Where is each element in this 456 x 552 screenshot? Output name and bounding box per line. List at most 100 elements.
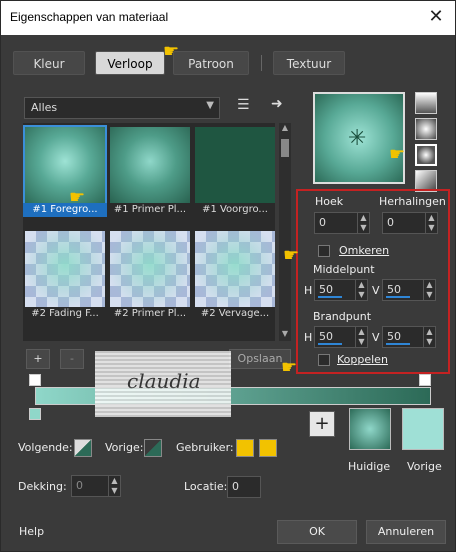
angle-input[interactable]: 0 ▲ ▼ [314,212,370,234]
focal-v-bar [386,343,410,345]
prev-label: Vorige: [105,441,144,454]
current-label: Huidige [348,460,391,473]
invert-label: Omkeren [339,244,390,257]
focal-h-value: 50 [319,330,333,343]
gradient-preview[interactable]: ✳ [313,92,405,184]
focal-h-input[interactable]: 50 ▲ ▼ [314,326,368,348]
link-label: Koppelen [337,353,388,366]
window-title: Eigenschappen van materiaal [10,10,169,24]
prev-gradient-swatch[interactable] [144,439,162,457]
title-bar: Eigenschappen van materiaal ✕ [1,1,455,35]
thumb-label: #2 Fading F... [31,308,99,319]
tab-divider [261,55,262,71]
pointing-hand-icon: ☛ [281,357,298,378]
thumb-label: #1 Foregro... [23,203,107,217]
center-h-value: 50 [319,283,333,296]
center-v-input[interactable]: 50 ▲ ▼ [382,279,436,301]
opacity-stop-right[interactable] [419,374,431,386]
color-stop-left[interactable] [29,408,41,420]
thumb-label: #2 Primer Pl... [113,308,187,319]
center-v-bar [386,296,410,298]
library-scrollbar[interactable]: ▲ ▼ [279,123,291,341]
location-value: 0 [232,480,239,493]
center-label: Middelpunt [313,263,375,276]
opacity-value: 0 [76,479,83,492]
close-icon[interactable]: ✕ [423,4,449,30]
ok-button[interactable]: OK [277,520,357,544]
center-v-value: 50 [387,283,401,296]
gradient-thumb[interactable]: #1 Voorgro... [195,127,275,217]
spinner-icon[interactable]: ▲ ▼ [108,476,120,496]
center-h-bar [318,296,342,298]
gradient-swatch [23,125,107,205]
user-label: Gebruiker: [176,441,234,454]
gradient-thumb[interactable]: #1 Primer Pl... [110,127,190,217]
center-h-label: H [304,284,313,297]
gradient-thumb[interactable]: #1 Foregro... [23,125,107,217]
remove-gradient-button[interactable]: - [60,349,84,369]
gradient-swatch [25,231,105,307]
gradient-thumb[interactable]: #2 Fading F... [25,231,105,321]
sunburst-style-button[interactable] [415,144,437,166]
center-point-icon: ✳ [348,126,367,151]
gradient-thumb[interactable]: #2 Primer Pl... [110,231,190,321]
invert-checkbox[interactable] [318,245,330,257]
next-label: Volgende: [18,441,73,454]
repeats-value: 0 [387,216,394,229]
thumb-label: #2 Vervage... [200,308,270,319]
angle-value: 0 [319,216,326,229]
opacity-input[interactable]: 0 ▲ ▼ [71,475,121,497]
location-input[interactable]: 0 [227,476,261,498]
spinner-icon[interactable]: ▲ ▼ [355,327,367,347]
focal-v-label: V [372,331,380,344]
opacity-stop-left[interactable] [29,374,41,386]
focal-h-bar [318,343,342,345]
thumb-label: #1 Primer Pl... [113,204,187,215]
scroll-down-icon[interactable]: ▼ [279,329,291,341]
scroll-up-icon[interactable]: ▲ [279,123,291,135]
gradient-library: #1 Foregro... #1 Primer Pl... #1 Voorgro… [23,123,275,341]
rectangular-style-button[interactable] [415,118,437,140]
add-gradient-button[interactable]: + [26,349,50,369]
category-dropdown[interactable]: Alles ▼ [24,97,220,119]
focal-h-label: H [304,331,313,344]
arrow-right-icon[interactable]: ➜ [271,96,283,112]
user-swatch-background[interactable] [259,439,277,457]
thumb-label: #1 Voorgro... [202,204,268,215]
tab-verloop[interactable]: Verloop [95,51,165,75]
pointing-hand-icon: ☛ [163,41,180,62]
scroll-thumb[interactable] [281,139,289,157]
user-swatch-foreground[interactable] [236,439,254,457]
tab-kleur[interactable]: Kleur [13,51,85,75]
current-swatch[interactable] [349,408,391,450]
cancel-button[interactable]: Annuleren [366,520,446,544]
repeats-label: Herhalingen [379,195,446,208]
gradient-thumb[interactable]: #2 Vervage... [195,231,275,321]
spinner-icon[interactable]: ▲ ▼ [355,280,367,300]
previous-label: Vorige [407,460,442,473]
spinner-icon[interactable]: ▲ ▼ [425,213,437,233]
list-view-icon[interactable]: ☰ [237,97,250,113]
watermark-text: claudia [127,369,201,393]
repeats-input[interactable]: 0 ▲ ▼ [382,212,438,234]
focal-v-value: 50 [387,330,401,343]
next-gradient-swatch[interactable] [74,439,92,457]
tab-textuur[interactable]: Textuur [273,51,345,75]
focal-v-input[interactable]: 50 ▲ ▼ [382,326,436,348]
center-h-input[interactable]: 50 ▲ ▼ [314,279,368,301]
add-to-swatches-button[interactable]: + [309,411,335,437]
tab-patroon[interactable]: Patroon [173,51,249,75]
link-checkbox[interactable] [318,354,330,366]
spinner-icon[interactable]: ▲ ▼ [357,213,369,233]
help-link[interactable]: Help [19,525,44,538]
watermark-logo: claudia [95,351,231,417]
spinner-icon[interactable]: ▲ ▼ [423,280,435,300]
spinner-icon[interactable]: ▲ ▼ [423,327,435,347]
gradient-swatch [195,127,275,203]
opacity-label: Dekking: [18,480,67,493]
focal-label: Brandpunt [313,310,372,323]
gradient-swatch [110,127,190,203]
linear-style-button[interactable] [415,92,437,114]
pointing-hand-icon: ☛ [389,144,406,165]
previous-swatch[interactable] [402,408,444,450]
